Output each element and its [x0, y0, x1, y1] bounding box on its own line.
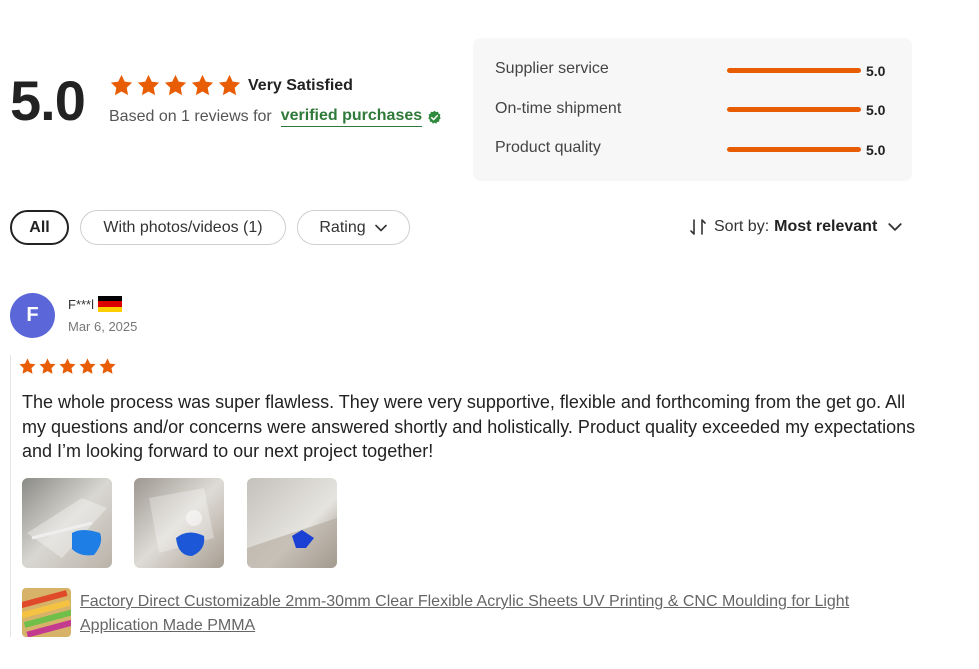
metric-value-supplier-service: 5.0 [866, 63, 886, 79]
star-icon [58, 357, 77, 376]
review-photo-1[interactable] [22, 478, 112, 568]
metric-value-on-time-shipment: 5.0 [866, 102, 886, 118]
chevron-down-icon [888, 223, 902, 231]
chevron-down-icon [374, 224, 387, 231]
star-icon [38, 357, 57, 376]
overall-score: 5.0 [10, 69, 86, 132]
sort-label: Sort by: [714, 218, 770, 235]
filter-rating-dropdown[interactable]: Rating [297, 210, 410, 245]
filter-photos-label: With photos/videos (1) [103, 218, 263, 236]
filter-all-button[interactable]: All [10, 210, 69, 245]
metric-bar-supplier-service [727, 68, 861, 73]
filter-all-label: All [29, 218, 50, 236]
star-icon [109, 73, 134, 98]
star-icon [163, 73, 188, 98]
metric-value-product-quality: 5.0 [866, 142, 886, 158]
rating-breakdown-panel: Supplier service 5.0 On-time shipment 5.… [473, 38, 912, 181]
based-on-text: Based on 1 reviews for [109, 108, 272, 125]
filter-photos-button[interactable]: With photos/videos (1) [80, 210, 286, 245]
star-icon [78, 357, 97, 376]
star-icon [18, 357, 37, 376]
reviewer-info: F***l [68, 296, 123, 312]
sort-icon [690, 219, 706, 235]
verified-purchases-link[interactable]: verified purchases [280, 107, 423, 127]
overall-stars [109, 73, 242, 98]
review-photo-2[interactable] [134, 478, 224, 568]
metric-label-on-time-shipment: On-time shipment [495, 100, 622, 117]
based-on-line: Based on 1 reviews for verified purchase… [109, 107, 442, 127]
sort-value: Most relevant [774, 218, 878, 235]
filter-rating-label: Rating [319, 218, 366, 236]
metric-label-supplier-service: Supplier service [495, 60, 609, 77]
metric-label-product-quality: Product quality [495, 139, 601, 156]
reviewer-avatar: F [10, 293, 55, 338]
review-stars [18, 357, 117, 376]
metric-bar-on-time-shipment [727, 107, 861, 112]
product-title-link[interactable]: Factory Direct Customizable 2mm-30mm Cle… [80, 590, 910, 637]
review-divider [10, 355, 11, 637]
star-icon [98, 357, 117, 376]
germany-flag-icon [98, 296, 123, 312]
metric-bar-product-quality [727, 147, 861, 152]
reviewer-name: F***l [68, 296, 95, 312]
star-icon [217, 73, 242, 98]
sort-dropdown[interactable]: Sort by: Most relevant [688, 217, 903, 237]
satisfaction-label: Very Satisfied [248, 77, 353, 94]
review-photo-3[interactable] [247, 478, 337, 568]
verified-check-icon [428, 110, 441, 124]
star-icon [190, 73, 215, 98]
star-icon [136, 73, 161, 98]
review-date: Mar 6, 2025 [68, 319, 138, 334]
product-thumbnail[interactable] [22, 588, 71, 637]
review-text: The whole process was super flawless. Th… [22, 392, 916, 461]
